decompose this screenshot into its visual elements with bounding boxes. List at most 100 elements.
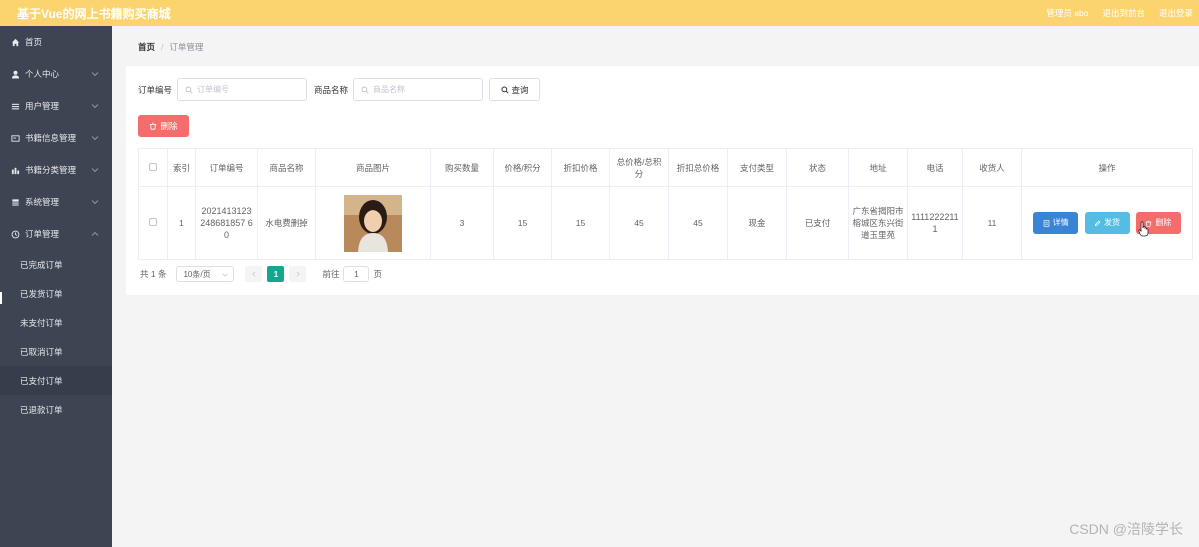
search-icon [185,85,193,94]
total-count: 共 1 条 [140,269,167,279]
page-number-button[interactable]: 1 [267,266,285,282]
col-header: 操作 [1021,148,1193,187]
prev-page-button[interactable] [245,266,263,282]
submenu-unpaid-orders[interactable]: 未支付订单 [0,308,112,337]
goto-prefix: 前往 [322,269,340,279]
col-header: 折扣价格 [551,148,610,187]
breadcrumb: 首页 / 订单管理 [138,41,203,53]
col-header: 地址 [848,148,908,187]
sidebar-item-label: 书籍信息管理 [25,133,77,143]
col-header: 电话 [907,148,963,187]
cell-phone: 11112222111 [907,186,963,260]
submenu-paid-orders[interactable]: 已支付订单 [0,366,112,395]
pagination: 共 1 条 10条/页 1 前往 1 页 [140,266,382,282]
chevron-up-icon [91,231,99,236]
document-icon [1043,219,1049,227]
product-name-input-wrapper [353,78,484,101]
breadcrumb-home[interactable]: 首页 [138,41,155,53]
row-checkbox[interactable] [138,186,168,260]
col-header: 订单编号 [195,148,258,187]
table-header-row: 索引 订单编号 商品名称 商品图片 购买数量 价格/积分 折扣价格 总价格/总积… [138,148,1193,187]
submenu-completed-orders[interactable]: 已完成订单 [0,250,112,279]
chevron-down-icon [91,136,99,141]
clock-icon [10,229,20,239]
breadcrumb-separator: / [161,42,164,52]
search-icon [361,85,369,94]
chevron-down-icon [222,273,228,277]
col-header: 索引 [167,148,196,187]
detail-button[interactable]: 详情 [1033,212,1079,234]
delete-button-label: 删除 [1155,218,1172,227]
col-header: 商品图片 [315,148,431,187]
sidebar-item-label: 首页 [25,37,43,47]
logout-link[interactable]: 退出登录 [1159,7,1193,19]
sidebar-active-marker [0,292,2,304]
cell-address: 广东省揭阳市榕城区东兴街道玉里苑 [848,186,908,260]
detail-button-label: 详情 [1052,218,1069,227]
home-icon [10,37,20,47]
goto-page-input[interactable]: 1 [343,266,370,282]
cell-total-price: 45 [609,186,669,260]
sidebar-item-label: 个人中心 [25,69,60,79]
ship-button-label: 发货 [1104,218,1120,227]
cell-receiver: 11 [962,186,1022,260]
chevron-down-icon [91,168,99,173]
product-name-label: 商品名称 [314,84,349,95]
cell-discount-price: 15 [551,186,610,260]
app-title: 基于Vue的网上书籍购买商城 [17,6,171,21]
order-no-input-wrapper [177,78,308,101]
query-button[interactable]: 查询 [489,78,541,101]
sidebar-item-profile[interactable]: 个人中心 [0,58,112,90]
trash-icon [150,122,157,130]
user-icon [10,69,20,79]
cell-product-name: 水电费删掉 [257,186,316,260]
submenu-shipped-orders[interactable]: 已发货订单 [0,279,112,308]
search-icon [500,85,509,94]
goto-suffix: 页 [373,269,382,279]
col-header: 总价格/总积分 [609,148,669,187]
sidebar-item-label: 用户管理 [25,101,60,111]
sidebar: 首页 个人中心 用户管理 书籍信息管理 书籍分类管理 系统管理 订单管理 已完成… [0,26,112,547]
order-card: 订单编号 商品名称 查询 删除 [126,66,1199,295]
exit-to-front-link[interactable]: 退出到前台 [1102,7,1145,19]
sidebar-item-users[interactable]: 用户管理 [0,90,112,122]
batch-delete-label: 删除 [160,121,178,131]
chevron-down-icon [91,200,99,205]
sidebar-item-label: 书籍分类管理 [25,165,77,175]
submenu-cancelled-orders[interactable]: 已取消订单 [0,337,112,366]
product-thumbnail[interactable] [344,194,402,252]
query-button-label: 查询 [511,84,529,95]
list-icon [10,101,20,111]
batch-delete-button[interactable]: 删除 [138,115,189,137]
cell-pay-type: 现金 [727,186,787,260]
order-no-input[interactable] [197,85,298,94]
chevron-down-icon [91,104,99,109]
cell-price: 15 [493,186,552,260]
ship-button[interactable]: 发货 [1084,212,1130,234]
breadcrumb-current: 订单管理 [169,42,204,52]
header-actions: 管理员 abo 退出到前台 退出登录 [1032,7,1199,19]
sidebar-item-home[interactable]: 首页 [0,26,112,58]
table-row: 1 2021413123248681857 60 水电费删掉 3 15 15 4… [138,186,1193,260]
submenu-refunded-orders[interactable]: 已退款订单 [0,395,112,424]
watermark: CSDN @涪陵学长 [1069,521,1183,537]
sidebar-item-book-category[interactable]: 书籍分类管理 [0,154,112,186]
next-page-button[interactable] [289,266,307,282]
order-no-label: 订单编号 [138,84,173,95]
sidebar-item-book-info[interactable]: 书籍信息管理 [0,122,112,154]
cell-quantity: 3 [430,186,494,260]
admin-label: 管理员 abo [1046,8,1089,18]
sidebar-item-system[interactable]: 系统管理 [0,186,112,218]
sidebar-item-orders[interactable]: 订单管理 [0,218,112,250]
sidebar-item-label: 订单管理 [25,229,60,239]
product-name-input[interactable] [373,85,474,94]
chart-icon [10,165,20,175]
cell-order-no: 2021413123248681857 60 [195,186,258,260]
chevron-down-icon [91,72,99,77]
select-all-checkbox[interactable] [138,148,168,187]
top-header: 基于Vue的网上书籍购买商城 管理员 abo 退出到前台 退出登录 [0,0,1199,26]
chevron-right-icon [296,271,300,277]
search-form: 订单编号 商品名称 查询 [138,78,541,101]
page-size-select[interactable]: 10条/页 [176,266,235,282]
col-header: 状态 [786,148,849,187]
